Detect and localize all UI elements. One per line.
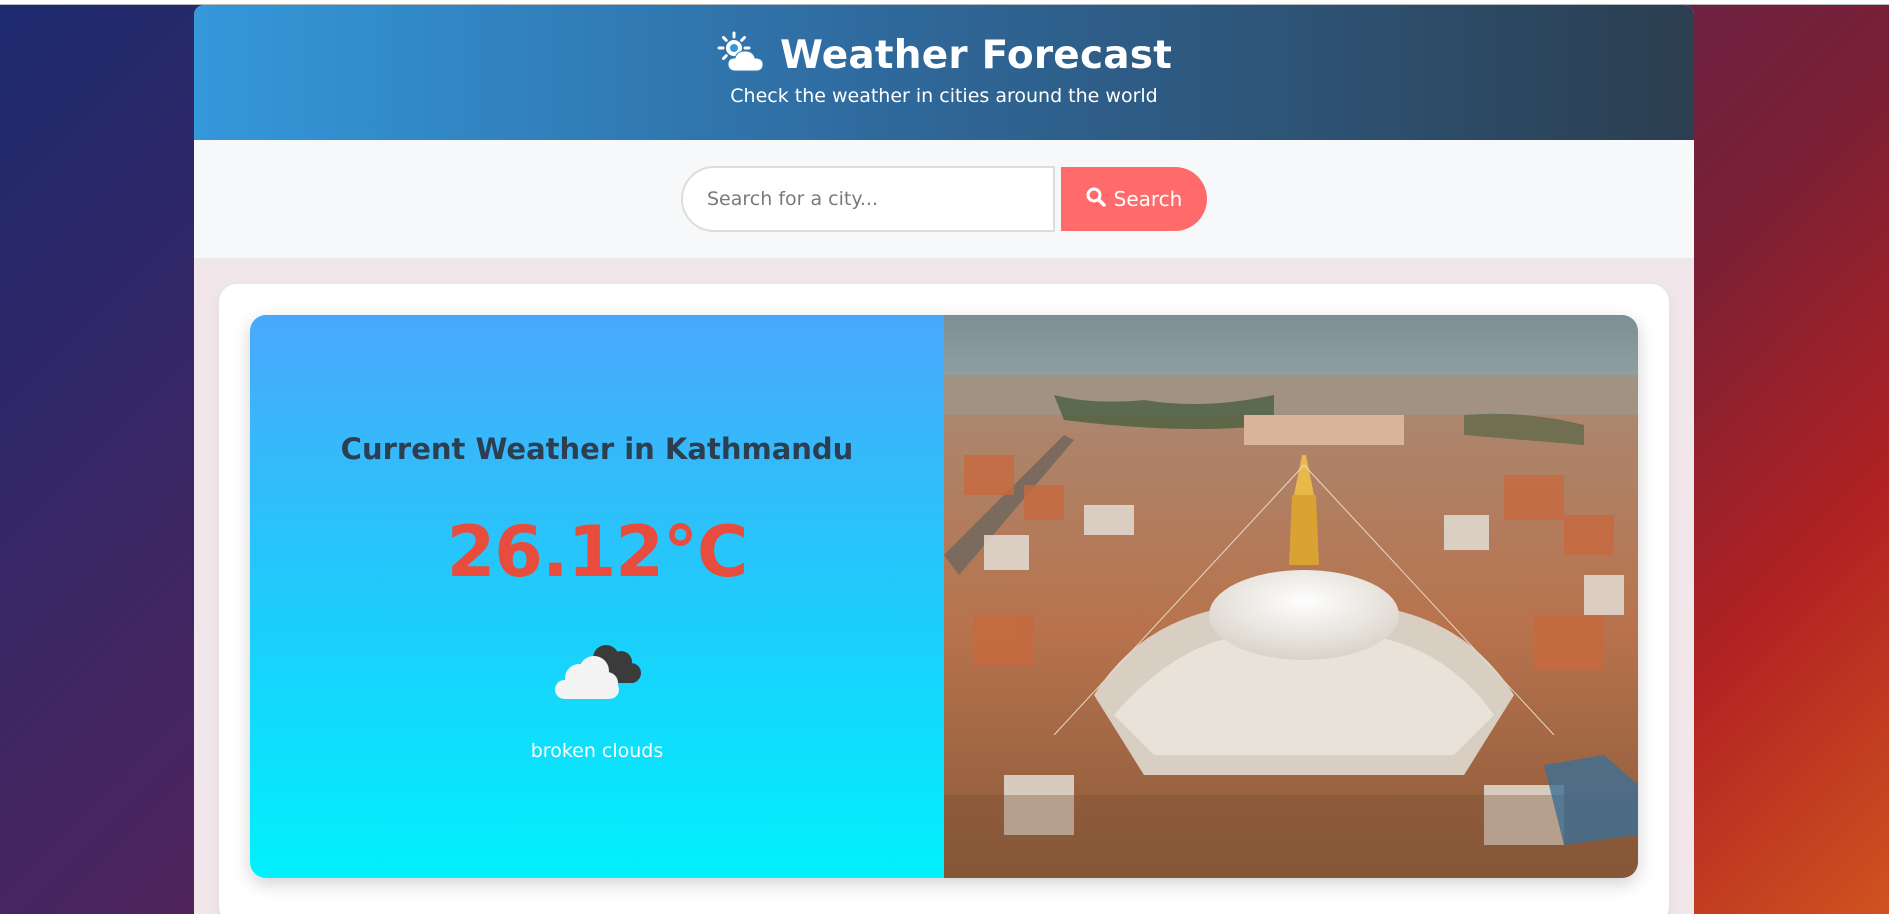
current-weather-heading: Current Weather in Kathmandu [340,432,854,466]
weather-card: Current Weather in Kathmandu 26.12°C bro… [219,284,1669,914]
search-button-label: Search [1113,187,1183,211]
app-title: Weather Forecast [779,32,1173,78]
app-header: Weather Forecast Check the weather in ci… [194,5,1694,140]
weather-info-panel: Current Weather in Kathmandu 26.12°C bro… [250,315,944,878]
weather-description: broken clouds [530,740,664,762]
temperature-value: 26.12°C [446,511,749,593]
broken-clouds-icon [553,640,643,700]
title-row: Weather Forecast [194,31,1694,79]
weather-app: Weather Forecast Check the weather in ci… [194,5,1694,914]
app-subtitle: Check the weather in cities around the w… [730,85,1158,107]
magnifier-icon [1086,187,1106,212]
city-photo [944,315,1638,878]
sun-behind-cloud-icon [716,31,768,79]
search-bar: Search [194,140,1694,258]
search-button[interactable]: Search [1061,167,1207,231]
current-weather: Current Weather in Kathmandu 26.12°C bro… [250,315,1638,878]
city-search-input[interactable] [681,166,1055,232]
